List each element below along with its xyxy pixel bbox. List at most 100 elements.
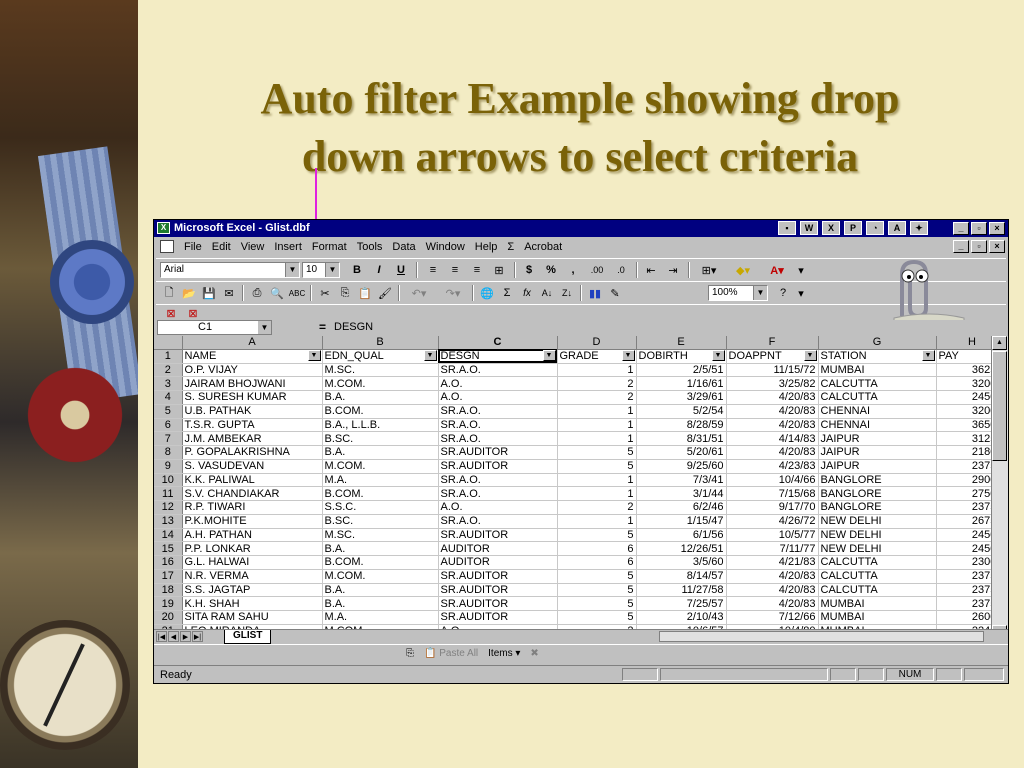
save-icon[interactable]: 💾 (200, 285, 218, 301)
table-cell[interactable]: CALCUTTA (818, 555, 937, 570)
menu-item-2[interactable]: View (241, 237, 265, 257)
autofilter-dropdown-icon[interactable]: ▼ (542, 349, 556, 361)
doc-close-button[interactable]: × (989, 240, 1005, 253)
toolbar-options-icon[interactable]: ▾ (796, 285, 806, 301)
comma-button[interactable]: , (564, 262, 582, 278)
autofilter-dropdown-icon[interactable]: ▼ (307, 349, 321, 361)
chevron-down-icon[interactable]: ▼ (258, 321, 271, 334)
row-header[interactable]: 1 (154, 349, 183, 364)
table-cell[interactable]: 8/31/51 (636, 431, 727, 446)
table-cell[interactable]: M.COM. (322, 569, 439, 584)
autofilter-dropdown-icon[interactable]: ▼ (921, 349, 935, 361)
table-cell[interactable]: S. SURESH KUMAR (182, 390, 323, 405)
table-cell[interactable]: 6/2/46 (636, 500, 727, 515)
header-cell[interactable]: STATION ▼ (818, 349, 937, 364)
table-cell[interactable]: MUMBAI (818, 596, 937, 611)
table-cell[interactable]: 1 (557, 404, 637, 419)
table-cell[interactable]: S.V. CHANDIAKAR (182, 486, 323, 501)
table-cell[interactable]: 2 (557, 390, 637, 405)
paste-icon[interactable]: 📋 (356, 285, 374, 301)
table-cell[interactable]: B.A. (322, 596, 439, 611)
table-cell[interactable]: 3/25/82 (726, 376, 819, 391)
copy-icon[interactable]: ⎘ (406, 648, 414, 659)
table-cell[interactable]: 2 (557, 500, 637, 515)
font-size-combo[interactable]: 10 ▼ (302, 262, 340, 278)
table-cell[interactable]: 4/20/83 (726, 418, 819, 433)
formula-input[interactable]: DESGN (334, 320, 373, 335)
prev-sheet-icon[interactable]: ◀ (168, 631, 179, 642)
column-header[interactable]: B (322, 336, 439, 350)
table-cell[interactable]: 1 (557, 418, 637, 433)
decrease-indent-icon[interactable]: ⇤ (642, 262, 660, 278)
tools-icon[interactable]: ✦ (910, 221, 928, 235)
table-cell[interactable]: MUMBAI (818, 363, 937, 378)
increase-indent-icon[interactable]: ⇥ (664, 262, 682, 278)
table-cell[interactable]: 4/21/83 (726, 555, 819, 570)
autofilter-dropdown-icon[interactable]: ▼ (711, 349, 725, 361)
borders-icon[interactable]: ⊞▾ (694, 262, 724, 278)
menu-item-4[interactable]: Format (312, 237, 347, 257)
table-cell[interactable]: 9/25/60 (636, 459, 727, 474)
print-icon[interactable]: ⎙ (248, 285, 266, 301)
shortcut-icon[interactable]: ▪ (778, 221, 796, 235)
select-all-corner[interactable] (154, 336, 183, 350)
menu-item-3[interactable]: Insert (274, 237, 302, 257)
table-cell[interactable]: T.S.R. GUPTA (182, 418, 323, 433)
table-cell[interactable]: O.P. VIJAY (182, 363, 323, 378)
table-cell[interactable]: B.A. (322, 390, 439, 405)
table-cell[interactable]: S.S. JAGTAP (182, 583, 323, 598)
table-cell[interactable]: 12/26/51 (636, 541, 727, 556)
table-cell[interactable]: JAIPUR (818, 431, 937, 446)
header-cell[interactable]: DOBIRTH ▼ (636, 349, 727, 364)
table-cell[interactable]: 1 (557, 514, 637, 529)
table-cell[interactable]: P.P. LONKAR (182, 541, 323, 556)
chart-wizard-icon[interactable]: ▮▮ (586, 285, 604, 301)
table-cell[interactable]: 1/16/61 (636, 376, 727, 391)
row-header[interactable]: 4 (154, 390, 183, 405)
row-header[interactable]: 9 (154, 459, 183, 474)
table-cell[interactable]: M.A. (322, 473, 439, 488)
table-cell[interactable]: N.R. VERMA (182, 569, 323, 584)
table-cell[interactable]: 5 (557, 569, 637, 584)
table-cell[interactable]: 4/20/83 (726, 445, 819, 460)
table-cell[interactable]: 1 (557, 486, 637, 501)
access-icon[interactable]: A (888, 221, 906, 235)
row-header[interactable]: 3 (154, 376, 183, 391)
autosum-button[interactable]: Σ (498, 285, 516, 301)
chevron-down-icon[interactable]: ▼ (753, 286, 767, 300)
name-box[interactable]: C1 ▼ (157, 320, 272, 335)
window-titlebar[interactable]: X Microsoft Excel - Glist.dbf ▪ W X P ◔ … (154, 220, 1008, 237)
header-cell[interactable]: DESGN ▼ (438, 349, 558, 364)
table-cell[interactable]: BANGLORE (818, 486, 937, 501)
column-header[interactable]: E (636, 336, 727, 350)
table-cell[interactable]: CHENNAI (818, 418, 937, 433)
table-cell[interactable]: 4/20/83 (726, 569, 819, 584)
menu-item-9[interactable]: Σ (507, 237, 514, 257)
table-cell[interactable]: 4/20/83 (726, 596, 819, 611)
close-button[interactable]: × (989, 222, 1005, 235)
items-button[interactable]: Items ▾ (488, 648, 520, 659)
table-cell[interactable]: M.SC. (322, 528, 439, 543)
row-header[interactable]: 5 (154, 404, 183, 419)
table-cell[interactable]: SR.AUDITOR (438, 445, 558, 460)
table-cell[interactable]: B.COM. (322, 404, 439, 419)
toolbar-options-icon[interactable]: ▾ (796, 262, 806, 278)
table-cell[interactable]: 5/20/61 (636, 445, 727, 460)
table-cell[interactable]: B.A. (322, 583, 439, 598)
row-header[interactable]: 13 (154, 514, 183, 529)
scroll-thumb[interactable] (992, 351, 1007, 461)
redo-icon[interactable]: ↷▾ (438, 285, 468, 301)
table-cell[interactable]: P. GOPALAKRISHNA (182, 445, 323, 460)
table-cell[interactable]: B.A. (322, 445, 439, 460)
table-cell[interactable]: SR.A.O. (438, 486, 558, 501)
table-cell[interactable]: A.O. (438, 500, 558, 515)
table-cell[interactable]: B.COM. (322, 486, 439, 501)
table-cell[interactable]: SR.A.O. (438, 418, 558, 433)
pdf-convert-icon[interactable]: ⊠ (162, 305, 180, 321)
table-cell[interactable]: 1/15/47 (636, 514, 727, 529)
menu-item-0[interactable]: File (184, 237, 202, 257)
table-cell[interactable]: A.O. (438, 376, 558, 391)
table-cell[interactable]: 4/14/83 (726, 431, 819, 446)
table-cell[interactable]: AUDITOR (438, 541, 558, 556)
align-center-icon[interactable]: ≡ (446, 262, 464, 278)
